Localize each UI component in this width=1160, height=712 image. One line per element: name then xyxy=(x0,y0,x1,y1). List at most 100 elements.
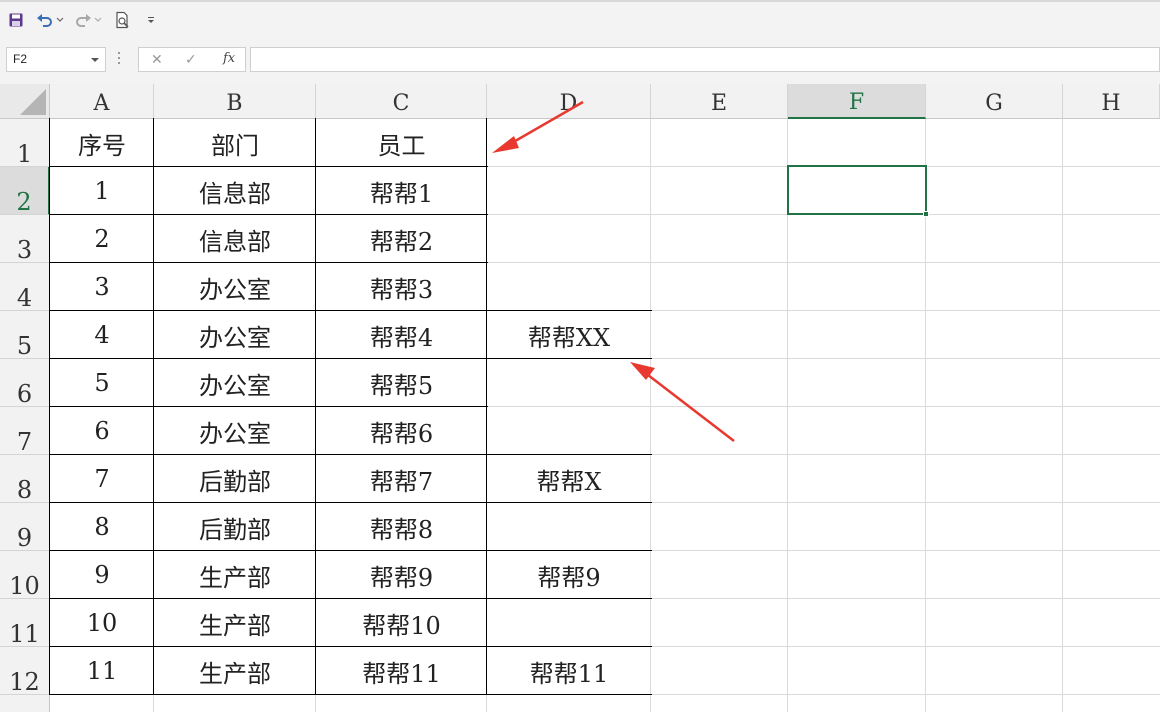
cell-border xyxy=(50,262,488,263)
cell-border xyxy=(487,646,652,647)
cell-b12[interactable]: 生产部 xyxy=(154,647,316,695)
print-preview-button[interactable] xyxy=(114,10,132,30)
cell-border xyxy=(487,502,652,503)
column-header-e[interactable]: E xyxy=(651,84,788,119)
cell-c10[interactable]: 帮帮9 xyxy=(316,551,487,599)
select-all-icon xyxy=(20,89,46,115)
undo-dropdown-icon[interactable] xyxy=(56,17,64,23)
cell-border xyxy=(487,550,652,551)
cell-b3[interactable]: 信息部 xyxy=(154,215,316,263)
row-header-9[interactable]: 9 xyxy=(0,503,50,551)
cell-border xyxy=(50,358,488,359)
cell-d12[interactable]: 帮帮11 xyxy=(487,647,651,695)
cell-d8[interactable]: 帮帮X xyxy=(487,455,651,503)
cell-b1[interactable]: 部门 xyxy=(154,119,316,167)
row-header-5[interactable]: 5 xyxy=(0,311,50,359)
cell-c2[interactable]: 帮帮1 xyxy=(316,167,487,215)
row-header-6[interactable]: 6 xyxy=(0,359,50,407)
cell-c7[interactable]: 帮帮6 xyxy=(316,407,487,455)
cell-c9[interactable]: 帮帮8 xyxy=(316,503,487,551)
cell-c1[interactable]: 员工 xyxy=(316,119,487,167)
cell-border xyxy=(50,406,488,407)
insert-function-icon[interactable]: fx xyxy=(223,51,235,66)
cell-border xyxy=(50,694,488,695)
cell-b2[interactable]: 信息部 xyxy=(154,167,316,215)
cell-a4[interactable]: 3 xyxy=(50,263,154,311)
cell-c5[interactable]: 帮帮4 xyxy=(316,311,487,359)
cell-border xyxy=(50,310,488,311)
undo-button[interactable] xyxy=(36,10,64,30)
cell-a11[interactable]: 10 xyxy=(50,599,154,647)
cell-border xyxy=(50,454,488,455)
chevron-down-icon[interactable] xyxy=(91,58,99,62)
print-preview-icon xyxy=(116,11,129,29)
cell-b5[interactable]: 办公室 xyxy=(154,311,316,359)
enter-icon[interactable]: ✓ xyxy=(185,52,197,68)
redo-dropdown-icon[interactable] xyxy=(94,17,102,23)
customize-icon xyxy=(148,17,154,23)
cell-c4[interactable]: 帮帮3 xyxy=(316,263,487,311)
cell-b4[interactable]: 办公室 xyxy=(154,263,316,311)
row-header-8[interactable]: 8 xyxy=(0,455,50,503)
cell-c8[interactable]: 帮帮7 xyxy=(316,455,487,503)
cell-a7[interactable]: 6 xyxy=(50,407,154,455)
row-header-3[interactable]: 3 xyxy=(0,215,50,263)
cell-b7[interactable]: 办公室 xyxy=(154,407,316,455)
cell-a10[interactable]: 9 xyxy=(50,551,154,599)
cancel-icon[interactable]: ✕ xyxy=(151,52,163,68)
selected-cell[interactable] xyxy=(787,165,929,217)
cell-c3[interactable]: 帮帮2 xyxy=(316,215,487,263)
select-all-button[interactable] xyxy=(0,84,50,119)
name-box-value: F2 xyxy=(13,52,28,66)
formula-bar: F2 ✕ ✓ fx xyxy=(0,38,1160,84)
cell-d5[interactable]: 帮帮XX xyxy=(487,311,651,359)
cell-b11[interactable]: 生产部 xyxy=(154,599,316,647)
redo-button[interactable] xyxy=(74,10,102,30)
column-header-b[interactable]: B xyxy=(154,84,316,119)
cell-border xyxy=(487,310,652,311)
cell-b10[interactable]: 生产部 xyxy=(154,551,316,599)
save-icon xyxy=(9,13,23,27)
cell-a9[interactable]: 8 xyxy=(50,503,154,551)
cell-a1[interactable]: 序号 xyxy=(50,119,154,167)
column-header-a[interactable]: A xyxy=(50,84,154,119)
cell-c11[interactable]: 帮帮10 xyxy=(316,599,487,647)
cell-d10[interactable]: 帮帮9 xyxy=(487,551,651,599)
cell-c12[interactable]: 帮帮11 xyxy=(316,647,487,695)
column-header-f[interactable]: F xyxy=(788,84,926,119)
cell-border xyxy=(487,454,652,455)
column-header-c[interactable]: C xyxy=(316,84,487,119)
column-header-g[interactable]: G xyxy=(926,84,1063,119)
cell-a6[interactable]: 5 xyxy=(50,359,154,407)
redo-icon xyxy=(76,14,91,27)
fill-handle[interactable] xyxy=(923,211,929,217)
column-header-h[interactable]: H xyxy=(1063,84,1160,119)
undo-icon xyxy=(37,14,52,27)
spreadsheet-grid[interactable]: ABCDEFGH 12345678910111213 序号部门员工1信息部帮帮1… xyxy=(0,84,1160,712)
row-header-11[interactable]: 11 xyxy=(0,599,50,647)
cell-a12[interactable]: 11 xyxy=(50,647,154,695)
formula-bar-grip[interactable] xyxy=(118,52,120,68)
save-button[interactable] xyxy=(8,10,24,30)
cell-a8[interactable]: 7 xyxy=(50,455,154,503)
row-header-12[interactable]: 12 xyxy=(0,647,50,695)
row-header-7[interactable]: 7 xyxy=(0,407,50,455)
cell-a5[interactable]: 4 xyxy=(50,311,154,359)
name-box[interactable]: F2 xyxy=(6,47,106,72)
row-header-1[interactable]: 1 xyxy=(0,119,50,167)
arrow-annotation-middle xyxy=(630,362,735,442)
row-header-10[interactable]: 10 xyxy=(0,551,50,599)
row-header-2[interactable]: 2 xyxy=(0,167,50,215)
cell-b6[interactable]: 办公室 xyxy=(154,359,316,407)
cell-b8[interactable]: 后勤部 xyxy=(154,455,316,503)
column-header-d[interactable]: D xyxy=(487,84,651,119)
cell-b9[interactable]: 后勤部 xyxy=(154,503,316,551)
cell-c6[interactable]: 帮帮5 xyxy=(316,359,487,407)
cell-a2[interactable]: 1 xyxy=(50,167,154,215)
cell-border xyxy=(50,598,488,599)
customize-toolbar-button[interactable] xyxy=(146,10,156,30)
cell-a3[interactable]: 2 xyxy=(50,215,154,263)
row-header-4[interactable]: 4 xyxy=(0,263,50,311)
formula-input[interactable] xyxy=(250,47,1160,72)
row-header-13[interactable]: 13 xyxy=(0,695,50,712)
